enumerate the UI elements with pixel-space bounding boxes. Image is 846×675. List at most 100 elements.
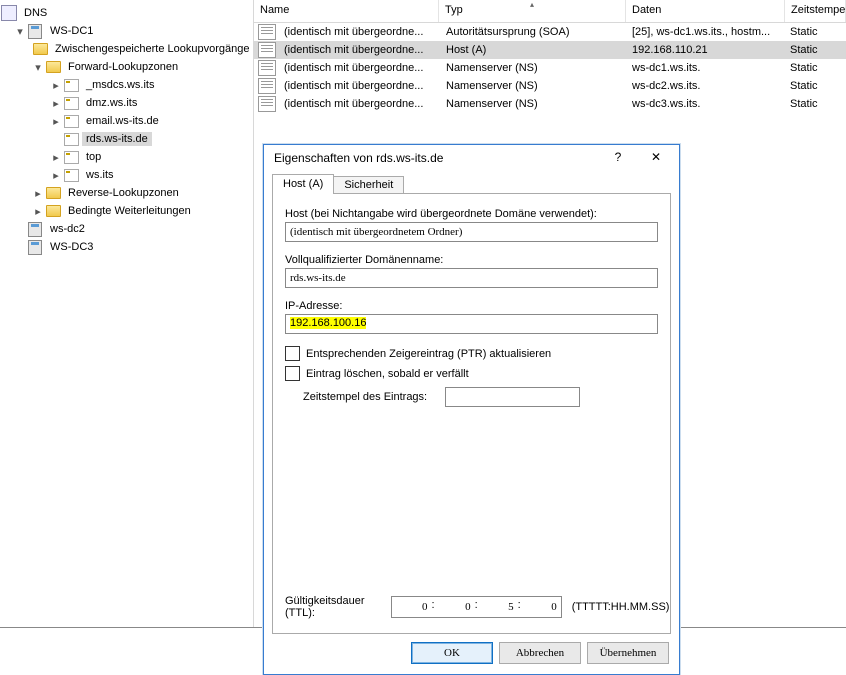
checkbox-icon (285, 346, 300, 361)
fld-icon (33, 41, 48, 57)
tree-node[interactable]: WS-DC3 (0, 238, 253, 256)
checkbox-icon (285, 366, 300, 381)
host-input[interactable] (285, 222, 658, 242)
tree-label: rds.ws-its.de (82, 132, 152, 146)
tree-node[interactable]: ws-dc2 (0, 220, 253, 238)
col-name[interactable]: Name (254, 0, 439, 22)
expand-toggle[interactable]: ▸ (32, 187, 44, 200)
delete-checkbox-label: Eintrag löschen, sobald er verfällt (306, 368, 469, 380)
record-row[interactable]: (identisch mit übergeordne...Namenserver… (254, 59, 846, 77)
ttl-minutes[interactable] (478, 597, 518, 617)
apply-button[interactable]: Übernehmen (587, 642, 669, 664)
tree-label: WS-DC1 (46, 24, 97, 38)
tree-root-label: DNS (20, 6, 51, 20)
cell-type: Namenserver (NS) (440, 62, 626, 74)
expand-toggle[interactable]: ▸ (50, 151, 62, 164)
help-button[interactable]: ? (599, 148, 637, 168)
tree-label: ws-dc2 (46, 222, 89, 236)
tree-label: Forward-Lookupzonen (64, 60, 182, 74)
col-data[interactable]: Daten (626, 0, 785, 22)
tree-node[interactable]: ▾ WS-DC1 (0, 22, 253, 40)
ttl-format: (TTTTT:HH.MM.SS) (572, 601, 670, 613)
delete-checkbox-row[interactable]: Eintrag löschen, sobald er verfällt (285, 366, 658, 381)
tree-label: Bedingte Weiterleitungen (64, 204, 195, 218)
ttl-seconds[interactable] (521, 597, 561, 617)
zone-icon (63, 149, 79, 165)
dns-root-icon (1, 5, 17, 21)
ptr-checkbox-label: Entsprechenden Zeigereintrag (PTR) aktua… (306, 348, 551, 360)
sort-indicator-icon: ▴ (530, 0, 534, 9)
expand-toggle[interactable]: ▾ (14, 25, 26, 38)
cell-name: (identisch mit übergeordne... (278, 26, 440, 38)
srv-icon (27, 23, 43, 39)
tree-node[interactable]: ▸ top (0, 148, 253, 166)
zone-icon (63, 77, 79, 93)
cell-name: (identisch mit übergeordne... (278, 80, 440, 92)
tree-label: email.ws-its.de (82, 114, 163, 128)
record-list: (identisch mit übergeordne...Autoritätsu… (254, 23, 846, 113)
col-stamp[interactable]: Zeitstempel (785, 0, 846, 22)
cell-type: Namenserver (NS) (440, 98, 626, 110)
tree-node[interactable]: ▸_msdcs.ws.its (0, 76, 253, 94)
srv-icon (27, 239, 43, 255)
cell-data: ws-dc1.ws.its. (626, 62, 784, 74)
record-row[interactable]: (identisch mit übergeordne...Host (A)192… (254, 41, 846, 59)
tree-node[interactable]: ▸ email.ws-its.de (0, 112, 253, 130)
record-icon (258, 96, 276, 112)
tree-label: Zwischengespeicherte Lookupvorgänge (51, 42, 253, 56)
tree-node[interactable]: rds.ws-its.de (0, 130, 253, 148)
ptr-checkbox-row[interactable]: Entsprechenden Zeigereintrag (PTR) aktua… (285, 346, 658, 361)
tree-node[interactable]: ▸dmz.ws.its (0, 94, 253, 112)
cell-name: (identisch mit übergeordne... (278, 62, 440, 74)
ip-value[interactable]: 192.168.100.16 (290, 317, 366, 329)
tree-node[interactable]: Zwischengespeicherte Lookupvorgänge (0, 40, 253, 58)
expand-toggle[interactable]: ▸ (32, 205, 44, 218)
tree-root[interactable]: DNS (0, 4, 253, 22)
tree-node[interactable]: ▾ Forward-Lookupzonen (0, 58, 253, 76)
list-header: Name ▴Typ Daten Zeitstempel (254, 0, 846, 23)
expand-toggle[interactable]: ▸ (50, 169, 62, 182)
close-button[interactable]: ✕ (637, 148, 675, 168)
tree-node[interactable]: ▸ Bedingte Weiterleitungen (0, 202, 253, 220)
expand-toggle[interactable]: ▸ (50, 115, 62, 128)
ok-button[interactable]: OK (411, 642, 493, 664)
timestamp-input[interactable] (445, 387, 580, 407)
expand-toggle[interactable]: ▾ (32, 61, 44, 74)
cell-data: [25], ws-dc1.ws.its., hostm... (626, 26, 784, 38)
cell-type: Host (A) (440, 44, 626, 56)
record-icon (258, 78, 276, 94)
properties-dialog: Eigenschaften von rds.ws-its.de ? ✕ Host… (263, 144, 680, 675)
cell-stamp: Static (784, 62, 844, 74)
host-label: Host (bei Nichtangabe wird übergeordnete… (285, 208, 658, 220)
record-row[interactable]: (identisch mit übergeordne...Namenserver… (254, 95, 846, 113)
record-row[interactable]: (identisch mit übergeordne...Autoritätsu… (254, 23, 846, 41)
ttl-days[interactable] (392, 597, 432, 617)
srv-icon (27, 221, 43, 237)
col-type[interactable]: ▴Typ (439, 0, 626, 22)
tree-node[interactable]: ▸ws.its (0, 166, 253, 184)
zone-icon (63, 167, 79, 183)
tree-node[interactable]: ▸Reverse-Lookupzonen (0, 184, 253, 202)
expand-toggle[interactable]: ▸ (50, 97, 62, 110)
cell-stamp: Static (784, 44, 844, 56)
timestamp-label: Zeitstempel des Eintrags: (303, 391, 427, 403)
fqdn-input[interactable] (285, 268, 658, 288)
fld-icon (45, 203, 61, 219)
zone-icon (63, 95, 79, 111)
record-row[interactable]: (identisch mit übergeordne...Namenserver… (254, 77, 846, 95)
cancel-button[interactable]: Abbrechen (499, 642, 581, 664)
cell-name: (identisch mit übergeordne... (278, 44, 440, 56)
ttl-input[interactable]: : : : (391, 596, 562, 618)
zone-icon (63, 131, 79, 147)
ttl-hours[interactable] (435, 597, 475, 617)
fld-icon (45, 185, 61, 201)
ip-label: IP-Adresse: (285, 300, 658, 312)
tab-host-a[interactable]: Host (A) (272, 174, 334, 194)
tab-security[interactable]: Sicherheit (333, 176, 404, 194)
tree-label: WS-DC3 (46, 240, 97, 254)
cell-data: ws-dc2.ws.its. (626, 80, 784, 92)
dialog-title: Eigenschaften von rds.ws-its.de (274, 151, 443, 165)
expand-toggle[interactable]: ▸ (50, 79, 62, 92)
cell-data: 192.168.110.21 (626, 44, 784, 56)
tree-label: top (82, 150, 105, 164)
